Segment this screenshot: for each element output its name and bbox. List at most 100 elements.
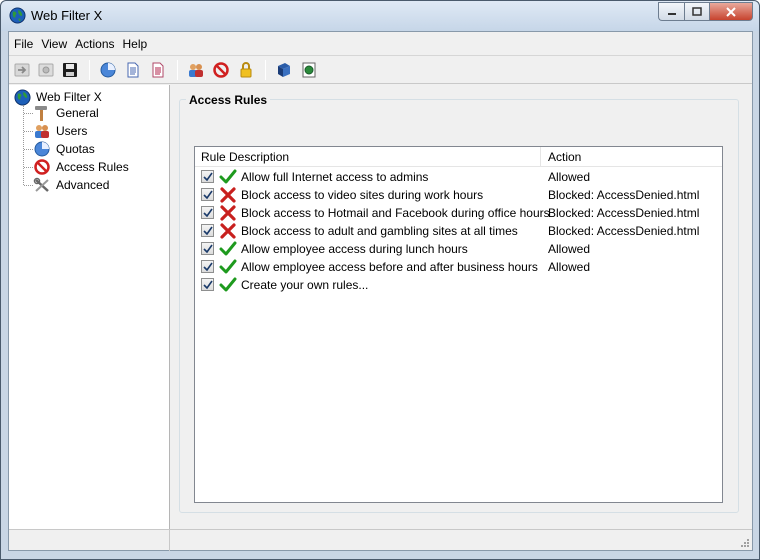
hammer-icon — [35, 106, 47, 121]
window-title: Web Filter X — [31, 8, 103, 23]
toolbar-book-button[interactable] — [275, 61, 293, 79]
rule-row[interactable]: Allow employee access before and after b… — [195, 258, 722, 276]
lock-icon — [240, 62, 252, 78]
menu-bar: File View Actions Help — [9, 32, 752, 54]
tree-root-label: Web Filter X — [36, 90, 102, 104]
client-area: File View Actions Help Web Filter X Gene… — [8, 31, 753, 551]
rule-action: Blocked: AccessDenied.html — [548, 224, 700, 238]
menu-help[interactable]: Help — [119, 32, 152, 54]
rule-description: Block access to Hotmail and Facebook dur… — [241, 206, 550, 220]
app-window: Web Filter X File View Actions Help Web … — [0, 0, 760, 560]
rules-list[interactable]: Rule Description Action Allow full Inter… — [194, 146, 723, 503]
sidebar-item-users[interactable]: Users — [33, 122, 87, 140]
allow-check-icon — [219, 259, 237, 274]
rule-action: Blocked: AccessDenied.html — [548, 188, 700, 202]
checkmark-icon — [203, 226, 213, 236]
users-icon — [35, 125, 49, 138]
toolbar-users-button[interactable] — [187, 61, 205, 79]
checkmark-icon — [203, 244, 213, 254]
allow-check-icon — [219, 241, 237, 256]
checkmark-icon — [203, 280, 213, 290]
rule-row[interactable]: Create your own rules... — [195, 276, 722, 294]
list-header: Rule Description Action — [195, 147, 722, 167]
document-red-icon — [152, 62, 164, 78]
tools-icon — [33, 177, 49, 192]
toolbar-settings-button[interactable] — [37, 61, 55, 79]
toolbar-save-button[interactable] — [61, 61, 79, 79]
rule-description: Block access to adult and gambling sites… — [241, 224, 518, 238]
block-x-icon — [220, 223, 236, 239]
sidebar-item-access-rules[interactable]: Access Rules — [33, 158, 129, 176]
tree-line — [23, 105, 24, 185]
rule-description: Create your own rules... — [241, 278, 369, 292]
rule-row[interactable]: Allow full Internet access to admins Allo… — [195, 168, 722, 186]
main-panel: Access Rules Rule Description Action All… — [171, 85, 752, 529]
status-bar — [9, 529, 752, 551]
book-icon — [278, 63, 290, 77]
document-blue-icon — [127, 62, 139, 78]
checkmark-icon — [203, 190, 213, 200]
block-x-icon — [220, 205, 236, 221]
rule-enabled-checkbox[interactable] — [201, 206, 214, 219]
rule-row[interactable]: Block access to adult and gambling sites… — [195, 222, 722, 240]
block-icon — [34, 159, 50, 175]
toolbar — [9, 55, 752, 84]
rule-enabled-checkbox[interactable] — [201, 224, 214, 237]
rule-description: Allow employee access during lunch hours — [241, 242, 468, 256]
toolbar-globe-doc-button[interactable] — [300, 61, 318, 79]
rule-enabled-checkbox[interactable] — [201, 278, 214, 291]
sidebar-item-label: Advanced — [56, 178, 110, 192]
allow-check-icon — [219, 169, 237, 184]
menu-actions[interactable]: Actions — [71, 32, 118, 54]
title-bar[interactable]: Web Filter X — [1, 1, 759, 31]
toolbar-quotas-button[interactable] — [99, 61, 117, 79]
rule-enabled-checkbox[interactable] — [201, 242, 214, 255]
maximize-icon — [692, 6, 702, 16]
checkmark-icon — [203, 262, 213, 272]
rule-description: Allow full Internet access to admins — [241, 170, 429, 184]
block-icon — [213, 62, 229, 78]
checkmark-icon — [203, 172, 213, 182]
tree-line — [24, 149, 33, 150]
toolbar-separator — [177, 60, 178, 80]
toolbar-document-red-button[interactable] — [149, 61, 167, 79]
toolbar-document-blue-button[interactable] — [124, 61, 142, 79]
toolbar-separator — [265, 60, 266, 80]
rule-row[interactable]: Block access to video sites during work … — [195, 186, 722, 204]
sidebar-item-quotas[interactable]: Quotas — [33, 140, 95, 158]
toolbar-block-button[interactable] — [212, 61, 230, 79]
minimize-icon — [667, 12, 676, 15]
rule-action: Allowed — [548, 260, 591, 274]
rule-row[interactable]: Allow employee access during lunch hours… — [195, 240, 722, 258]
minimize-button[interactable] — [658, 2, 684, 21]
group-title: Access Rules — [186, 93, 271, 107]
column-header-action[interactable]: Action — [542, 147, 722, 167]
toolbar-forward-button[interactable] — [13, 61, 31, 79]
menu-view[interactable]: View — [37, 32, 71, 54]
rule-enabled-checkbox[interactable] — [201, 188, 214, 201]
rule-description: Allow employee access before and after b… — [241, 260, 538, 274]
tree-line — [24, 131, 33, 132]
pie-chart-icon — [100, 62, 116, 78]
sidebar-item-label: Users — [56, 124, 88, 138]
sidebar-item-general[interactable]: General — [33, 104, 99, 122]
tree-line — [24, 185, 33, 186]
close-icon — [726, 6, 736, 17]
forward-icon — [14, 63, 30, 77]
resize-grip-icon[interactable] — [740, 538, 750, 548]
sidebar-item-advanced[interactable]: Advanced — [33, 176, 109, 194]
rule-action: Allowed — [548, 170, 591, 184]
column-header-rule-description[interactable]: Rule Description — [195, 147, 541, 167]
maximize-button[interactable] — [684, 2, 709, 21]
checkmark-icon — [203, 208, 213, 218]
globe-icon — [9, 7, 26, 24]
rule-row[interactable]: Block access to Hotmail and Facebook dur… — [195, 204, 722, 222]
allow-check-icon — [219, 277, 237, 292]
menu-file[interactable]: File — [9, 32, 37, 54]
close-button[interactable] — [709, 2, 753, 21]
window-controls — [658, 2, 753, 21]
rule-action: Blocked: AccessDenied.html — [548, 206, 700, 220]
rule-enabled-checkbox[interactable] — [201, 170, 214, 183]
rule-enabled-checkbox[interactable] — [201, 260, 214, 273]
toolbar-lock-button[interactable] — [237, 61, 255, 79]
